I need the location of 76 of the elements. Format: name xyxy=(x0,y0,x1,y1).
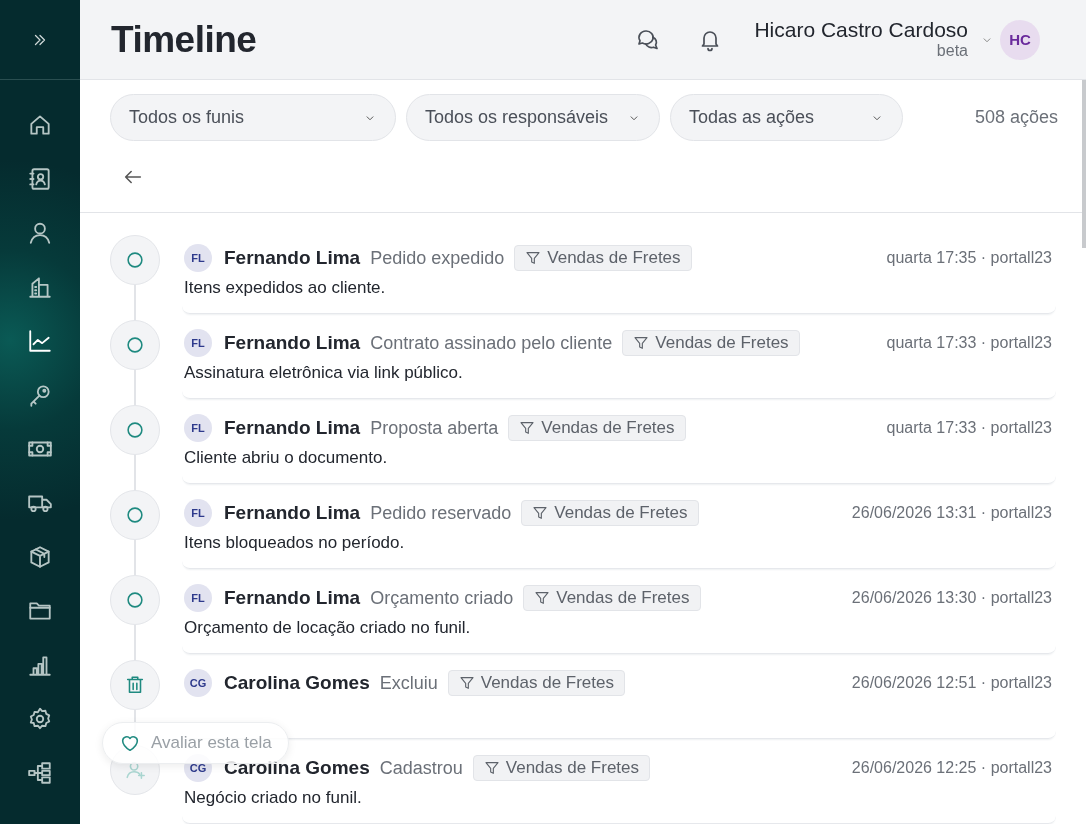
user-icon xyxy=(27,220,53,246)
event-action: Proposta aberta xyxy=(370,417,499,439)
funnel-tag[interactable]: Vendas de Fretes xyxy=(447,670,625,696)
user-avatar: FL xyxy=(184,329,212,357)
circle-icon xyxy=(124,504,146,526)
funnel-tag[interactable]: Vendas de Fretes xyxy=(472,755,651,781)
scrollbar[interactable] xyxy=(1082,80,1086,248)
event-time: quarta 17:35 · portall23 xyxy=(886,249,1052,267)
hierarchy-icon xyxy=(27,760,53,786)
event-card[interactable]: FL Fernando Lima Contrato assinado pelo cliente Vendas de Fretes quarta 17:33 · portall23 Assinatura eletrônica via link público. xyxy=(182,320,1056,399)
event-action: Contrato assinado pelo cliente xyxy=(370,332,613,354)
circle-icon xyxy=(124,419,146,441)
filter-dropdown[interactable]: Todos os funis xyxy=(110,94,396,141)
funnel-tag[interactable]: Vendas de Fretes xyxy=(508,415,686,441)
user-name: Fernando Lima xyxy=(224,332,361,354)
filter-dropdown[interactable]: Todos os responsáveis xyxy=(406,94,660,141)
event-card[interactable]: FL Fernando Lima Pedido expedido Vendas de Fretes quarta 17:35 · portall23 Itens expedidos ao cliente. xyxy=(182,235,1056,314)
trash-icon xyxy=(124,674,146,696)
user-avatar: FL xyxy=(184,584,212,612)
filter-icon xyxy=(525,250,542,266)
event-description: Negócio criado no funil. xyxy=(184,788,362,808)
filter-icon xyxy=(532,505,549,521)
line-chart-icon xyxy=(27,328,53,354)
event-action: Pedido reservado xyxy=(370,502,512,524)
event-description: Cliente abriu o documento. xyxy=(184,448,388,468)
user-role: beta xyxy=(936,42,968,61)
event-description: Assinatura eletrônica via link público. xyxy=(184,363,463,383)
funnel-tag[interactable]: Vendas de Fretes xyxy=(523,585,701,611)
user-avatar: FL xyxy=(184,244,212,272)
filter-icon xyxy=(633,335,650,351)
gear-icon xyxy=(27,706,53,732)
chat-button[interactable] xyxy=(636,27,661,52)
user-name: Fernando Lima xyxy=(224,417,361,439)
event-time: quarta 17:33 · portall23 xyxy=(886,419,1052,437)
event-time: 26/06/2026 12:51 · portall23 xyxy=(851,674,1052,692)
event-action: Cadastrou xyxy=(379,757,463,779)
circle-icon xyxy=(124,334,146,356)
event-action: Pedido expedido xyxy=(370,247,505,269)
event-time: 26/06/2026 12:25 · portall23 xyxy=(851,759,1052,777)
user-name: Fernando Lima xyxy=(224,247,361,269)
action-count: 508 ações xyxy=(974,107,1058,128)
contact-book-icon xyxy=(27,166,53,192)
user-name: Fernando Lima xyxy=(224,587,361,609)
user-avatar: CG xyxy=(184,669,212,697)
building-icon xyxy=(27,274,53,300)
event-card[interactable]: FL Fernando Lima Orçamento criado Vendas de Fretes 26/06/2026 13:30 · portall23 Orçamento de locação criado no funil. xyxy=(182,575,1056,654)
event-card[interactable]: FL Fernando Lima Pedido reservado Vendas de Fretes 26/06/2026 13:31 · portall23 Itens bloqueados no período. xyxy=(182,490,1056,569)
funnel-tag[interactable]: Vendas de Fretes xyxy=(521,500,699,526)
user-avatar[interactable]: HC xyxy=(1000,19,1040,60)
event-time: 26/06/2026 13:31 · portall23 xyxy=(851,504,1052,522)
chat-icon xyxy=(636,27,661,52)
filter-icon xyxy=(534,590,551,606)
filter-icon xyxy=(519,420,536,436)
funnel-tag[interactable]: Vendas de Fretes xyxy=(514,245,692,271)
event-description: Itens expedidos ao cliente. xyxy=(184,278,386,298)
circle-icon xyxy=(124,249,146,271)
filter-icon xyxy=(483,760,500,776)
filter-icon xyxy=(458,675,475,691)
user-avatar: FL xyxy=(184,414,212,442)
circle-icon xyxy=(124,589,146,611)
event-description: Orçamento de locação criado no funil. xyxy=(184,618,471,638)
event-card[interactable]: FL Fernando Lima Proposta aberta Vendas de Fretes quarta 17:33 · portall23 Cliente abriu o documento. xyxy=(182,405,1056,484)
key-icon xyxy=(27,382,53,408)
user-name: Carolina Gomes xyxy=(224,672,370,694)
page-title: Timeline xyxy=(111,18,257,61)
event-action: Orçamento criado xyxy=(370,587,514,609)
filter-dropdown[interactable]: Todas as ações xyxy=(670,94,903,141)
box-icon xyxy=(27,544,53,570)
event-time: quarta 17:33 · portall23 xyxy=(886,334,1052,352)
event-time: 26/06/2026 13:30 · portall23 xyxy=(851,589,1052,607)
funnel-tag[interactable]: Vendas de Fretes xyxy=(622,330,800,356)
event-description: Itens bloqueados no período. xyxy=(184,533,405,553)
event-action: Excluiu xyxy=(379,672,438,694)
user-name: Fernando Lima xyxy=(224,502,361,524)
user-avatar: FL xyxy=(184,499,212,527)
user-name: Hicaro Castro Cardoso xyxy=(754,18,968,43)
